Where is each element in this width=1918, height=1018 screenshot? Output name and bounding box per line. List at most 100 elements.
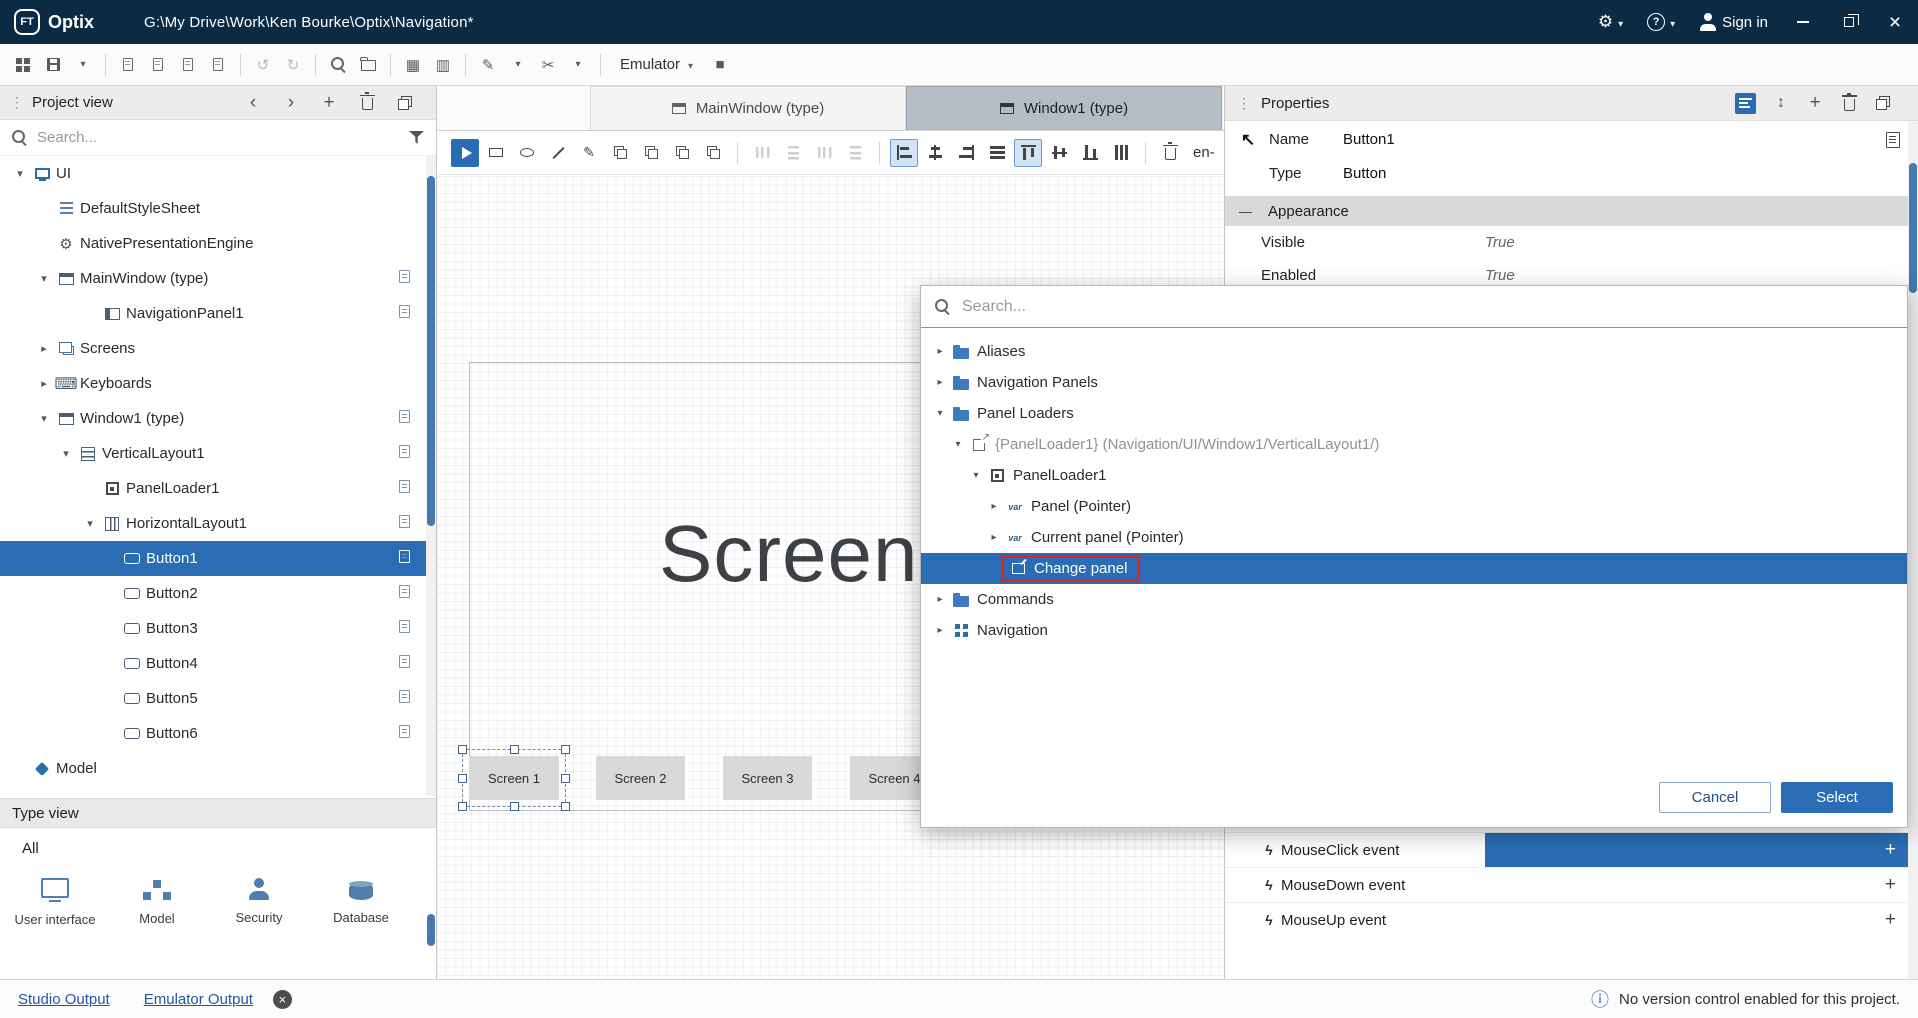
tree-item-horizontallayout1[interactable]: ▾ HorizontalLayout1 — [0, 506, 436, 541]
close-output-button[interactable] — [272, 989, 292, 1009]
add-handler-button[interactable] — [1885, 909, 1896, 931]
popup-item-panel-pointer[interactable]: ▸ Panel (Pointer) — [921, 491, 1907, 522]
space-vertical-button[interactable] — [779, 139, 807, 167]
tree-item-defaultstylesheet[interactable]: DefaultStyleSheet — [0, 191, 436, 226]
selection-rect[interactable] — [458, 745, 570, 811]
tree-item-model[interactable]: Model — [0, 751, 436, 786]
tree-item-ui[interactable]: ▾ UI — [0, 156, 436, 191]
event-row-mousedown-event[interactable]: MouseDown event — [1225, 867, 1918, 902]
category-user-interface[interactable]: User interface — [6, 878, 104, 928]
send-backward-button[interactable] — [699, 139, 727, 167]
align-center-button[interactable] — [921, 139, 949, 167]
category-database[interactable]: Database — [312, 878, 410, 928]
pen-tool-button[interactable]: ✎ — [473, 50, 503, 80]
popup-item-commands[interactable]: ▸ Commands — [921, 584, 1907, 615]
emulator-dropdown[interactable]: Emulator — [608, 56, 705, 73]
column-view-button[interactable]: ▥ — [428, 50, 458, 80]
chevron-collapsed-icon[interactable]: ▸ — [985, 501, 1003, 512]
group-button[interactable] — [606, 139, 634, 167]
popup-item-navigation[interactable]: ▸ Navigation — [921, 615, 1907, 646]
help-button[interactable] — [1635, 0, 1687, 44]
align-justify-button[interactable] — [983, 139, 1011, 167]
duplicate-button[interactable] — [637, 139, 665, 167]
selection-handle[interactable] — [458, 745, 467, 754]
add-handler-button[interactable] — [1885, 839, 1896, 861]
align-bottom-button[interactable] — [1076, 139, 1104, 167]
rectangle-button[interactable] — [482, 139, 510, 167]
category-model[interactable]: Model — [108, 878, 206, 928]
property-row-visible[interactable]: Visible True — [1225, 226, 1918, 259]
select-button[interactable]: Select — [1781, 782, 1893, 813]
selection-handle[interactable] — [561, 802, 570, 811]
chevron-collapsed-icon[interactable]: ▸ — [34, 342, 54, 355]
project-tree-scrollbar[interactable] — [426, 156, 436, 946]
search-button[interactable] — [323, 50, 353, 80]
tree-item-panelloader1[interactable]: PanelLoader1 — [0, 471, 436, 506]
navigate-forward-button[interactable] — [282, 94, 300, 112]
chevron-collapsed-icon[interactable]: ▸ — [931, 594, 949, 605]
add-handler-button[interactable] — [1885, 874, 1896, 896]
distribute-vertical-button[interactable] — [841, 139, 869, 167]
delete-button[interactable] — [1156, 139, 1184, 167]
align-top-button[interactable] — [1014, 138, 1042, 167]
chevron-collapsed-icon[interactable]: ▸ — [931, 625, 949, 636]
bring-forward-button[interactable] — [668, 139, 696, 167]
chevron-down-button[interactable]: ▾ — [68, 50, 98, 80]
popup-search-input[interactable] — [962, 297, 1893, 316]
tree-item-button2[interactable]: Button2 — [0, 576, 436, 611]
chevron-down-button[interactable]: ▾ — [503, 50, 533, 80]
screen-button-2[interactable]: Screen 2 — [596, 756, 685, 800]
scrollbar-thumb[interactable] — [427, 914, 435, 946]
open-folder-button[interactable] — [353, 50, 383, 80]
tab-mainwindow[interactable]: MainWindow (type) — [590, 86, 906, 130]
chevron-expanded-icon[interactable]: ▾ — [10, 167, 30, 180]
navigate-back-button[interactable] — [244, 94, 262, 112]
tree-item-nativepresentationengine[interactable]: NativePresentationEngine — [0, 226, 436, 261]
tree-item-navigationpanel1[interactable]: NavigationPanel1 — [0, 296, 436, 331]
language-dropdown[interactable]: en- — [1193, 144, 1215, 161]
tree-item-button3[interactable]: Button3 — [0, 611, 436, 646]
event-row-mouseup-event[interactable]: MouseUp event — [1225, 902, 1918, 937]
scrollbar-thumb[interactable] — [1909, 163, 1917, 293]
event-value-cell[interactable] — [1485, 833, 1908, 867]
redo-button[interactable]: ↻ — [278, 50, 308, 80]
selection-handle[interactable] — [509, 802, 519, 811]
selection-handle[interactable] — [458, 773, 467, 783]
align-left-button[interactable] — [890, 138, 918, 167]
form-editor-icon[interactable] — [1886, 131, 1900, 148]
line-button[interactable] — [544, 139, 572, 167]
selection-handle[interactable] — [458, 802, 467, 811]
popup-item-navigation-panels[interactable]: ▸ Navigation Panels — [921, 367, 1907, 398]
emulator-output-tab[interactable]: Emulator Output — [144, 991, 253, 1008]
selection-handle[interactable] — [561, 773, 570, 783]
align-middle-button[interactable] — [1045, 139, 1073, 167]
copy-property-button[interactable] — [1874, 94, 1892, 112]
minimize-button[interactable] — [1780, 0, 1826, 44]
popup-item-panelloader1[interactable]: ▾ PanelLoader1 — [921, 460, 1907, 491]
tree-item-window1-type[interactable]: ▾ Window1 (type) — [0, 401, 436, 436]
new-page-button[interactable] — [113, 50, 143, 80]
popup-item-current-panel-pointer[interactable]: ▸ Current panel (Pointer) — [921, 522, 1907, 553]
space-horizontal-button[interactable] — [748, 139, 776, 167]
studio-output-tab[interactable]: Studio Output — [18, 991, 110, 1008]
align-stretch-button[interactable] — [1107, 139, 1135, 167]
chevron-down-button[interactable]: ▾ — [563, 50, 593, 80]
play-button[interactable] — [451, 138, 479, 167]
type-view-header[interactable]: Type view — [0, 798, 436, 828]
chevron-expanded-icon[interactable]: ▾ — [949, 439, 967, 450]
stop-button[interactable]: ■ — [705, 50, 735, 80]
screen-button-3[interactable]: Screen 3 — [723, 756, 812, 800]
align-right-button[interactable] — [952, 139, 980, 167]
selection-handle[interactable] — [561, 745, 570, 754]
filter-icon[interactable] — [409, 131, 424, 144]
event-value-cell[interactable] — [1485, 868, 1908, 902]
collapse-icon[interactable] — [1239, 203, 1252, 220]
chevron-expanded-icon[interactable]: ▾ — [34, 412, 54, 425]
property-value[interactable]: True — [1485, 234, 1515, 251]
popup-item-change-panel[interactable]: Change panel — [921, 553, 1907, 584]
tree-item-verticallayout1[interactable]: ▾ VerticalLayout1 — [0, 436, 436, 471]
tree-item-button5[interactable]: Button5 — [0, 681, 436, 716]
delete-property-button[interactable] — [1840, 92, 1858, 112]
add-item-button[interactable] — [320, 94, 338, 112]
grid-view-button[interactable]: ▦ — [398, 50, 428, 80]
